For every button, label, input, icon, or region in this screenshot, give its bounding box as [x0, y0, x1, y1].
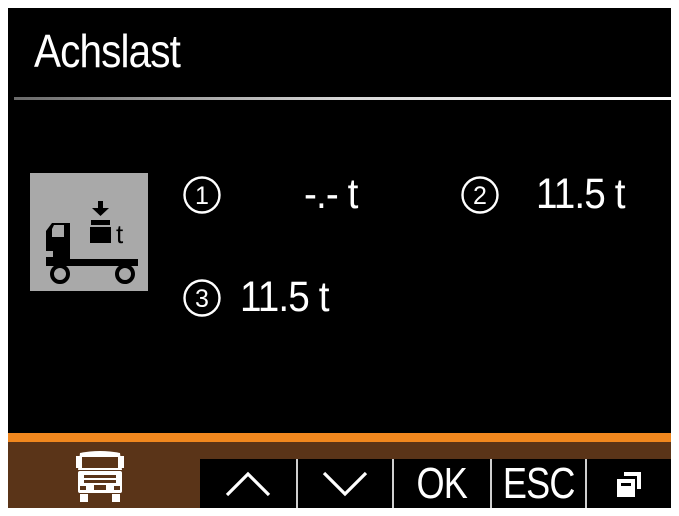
svg-text:t: t — [116, 219, 124, 249]
axle-1-load-value: -.- t — [304, 170, 358, 218]
truck-front-icon[interactable] — [70, 450, 130, 504]
up-button[interactable] — [200, 459, 296, 508]
ok-button[interactable]: OK — [392, 459, 490, 508]
axle-3-row: 3 11.5 t — [182, 276, 338, 319]
axle-number-badge: 1 — [183, 175, 221, 214]
axle-1-row: 1 -.- t — [182, 173, 363, 216]
esc-button-label: ESC — [502, 458, 576, 508]
copy-button[interactable] — [585, 459, 671, 508]
axle-number-badge: 3 — [183, 278, 221, 317]
ok-button-label: OK — [416, 458, 468, 508]
title-divider — [14, 97, 671, 100]
axle-number: 2 — [473, 182, 487, 210]
chevron-down-icon — [322, 471, 368, 496]
axle-load-icon-box: t — [30, 173, 148, 291]
axle-number: 1 — [195, 182, 209, 210]
axle-2-row: 2 11.5 t — [460, 173, 634, 216]
display-frame: Achslast t 1 -.- t 2 11.5 t 3 11.5 t OK … — [0, 0, 679, 516]
display-screen: Achslast t 1 -.- t 2 11.5 t 3 11.5 t OK … — [8, 8, 671, 508]
axle-2-load-value: 11.5 t — [536, 170, 625, 218]
axle-number: 3 — [195, 285, 209, 313]
axle-number-badge: 2 — [461, 175, 499, 214]
softkey-group: OK ESC — [200, 459, 671, 508]
truck-axle-load-icon: t — [46, 201, 138, 284]
softkey-bar: OK ESC — [8, 442, 671, 508]
axle-3-load-value: 11.5 t — [240, 273, 329, 321]
chevron-up-icon — [225, 471, 271, 496]
esc-button[interactable]: ESC — [490, 459, 585, 508]
copy-pages-icon — [617, 471, 641, 497]
page-title: Achslast — [34, 25, 181, 77]
down-button[interactable] — [296, 459, 392, 508]
accent-divider — [8, 433, 671, 442]
